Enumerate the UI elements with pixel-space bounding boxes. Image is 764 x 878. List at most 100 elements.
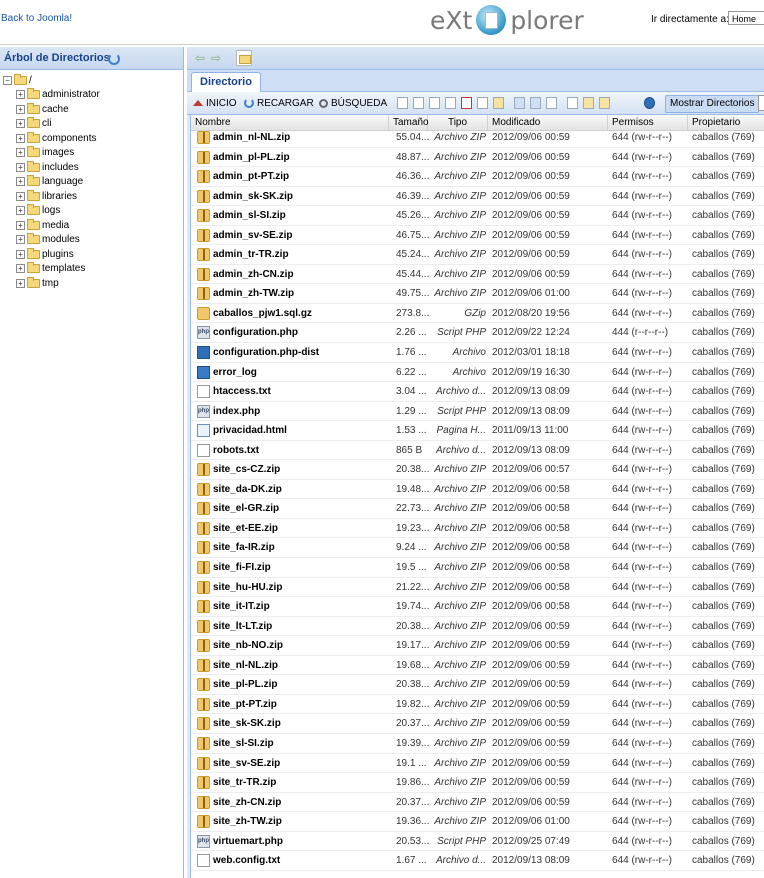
file-row[interactable]: site_lt-LT.zip 20.38... Archivo ZIP 2012/09… bbox=[191, 617, 764, 637]
file-row[interactable]: site_nb-NO.zip 19.17... Archivo ZIP 2012/09… bbox=[191, 636, 764, 656]
file-name[interactable]: site_el-GR.zip bbox=[213, 499, 393, 518]
file-row[interactable]: caballos_pjw1.sql.gz 273.8... GZip 2012/08/… bbox=[191, 304, 764, 324]
new-file-icon[interactable] bbox=[397, 97, 408, 109]
expand-icon[interactable]: + bbox=[16, 278, 25, 288]
file-name[interactable]: admin_sv-SE.zip bbox=[213, 226, 393, 245]
file-row[interactable]: site_et-EE.zip 19.23... Archivo ZIP 2012/09… bbox=[191, 519, 764, 539]
file-name[interactable]: configuration.php bbox=[213, 323, 393, 342]
file-name[interactable]: site_sl-SI.zip bbox=[213, 734, 393, 753]
expand-icon[interactable]: + bbox=[16, 133, 25, 143]
file-name[interactable]: site_sk-SK.zip bbox=[213, 714, 393, 733]
details-icon[interactable] bbox=[530, 97, 541, 109]
tab-directory[interactable]: Directorio bbox=[191, 72, 261, 92]
move-icon[interactable] bbox=[445, 97, 456, 109]
archive-icon[interactable] bbox=[583, 97, 594, 109]
file-name[interactable]: site_cs-CZ.zip bbox=[213, 460, 393, 479]
expand-icon[interactable]: + bbox=[16, 191, 25, 201]
file-name[interactable]: site_fi-FI.zip bbox=[213, 558, 393, 577]
file-name[interactable]: htaccess.txt bbox=[213, 382, 393, 401]
file-name[interactable]: privacidad.html bbox=[213, 421, 393, 440]
tree-folder-templates[interactable]: + templates bbox=[3, 262, 100, 277]
file-row[interactable]: site_fa-IR.zip 9.24 ... Archivo ZIP 2012/09… bbox=[191, 538, 764, 559]
tree-folder-language[interactable]: + language bbox=[3, 175, 100, 190]
file-name[interactable]: error_log bbox=[213, 363, 393, 382]
extract-icon[interactable] bbox=[599, 97, 610, 109]
expand-icon[interactable]: + bbox=[16, 206, 25, 216]
tree-root[interactable]: − / bbox=[3, 73, 100, 88]
file-row[interactable]: site_sl-SI.zip 19.39... Archivo ZIP 2012/09… bbox=[191, 734, 764, 754]
file-name[interactable]: site_sv-SE.zip bbox=[213, 754, 393, 773]
file-name[interactable]: virtuemart.php bbox=[213, 832, 393, 851]
upload-icon[interactable] bbox=[546, 97, 557, 109]
chmod-icon[interactable] bbox=[493, 97, 504, 109]
tree-folder-libraries[interactable]: + libraries bbox=[3, 189, 100, 204]
expand-icon[interactable]: + bbox=[16, 104, 25, 114]
file-row[interactable]: site_zh-TW.zip 19.36... Archivo ZIP 2012/09… bbox=[191, 812, 764, 832]
file-row[interactable]: admin_sv-SE.zip 46.75... Archivo ZIP 2012/0… bbox=[191, 226, 764, 246]
file-row[interactable]: admin_zh-TW.zip 49.75... Archivo ZIP 2012/0… bbox=[191, 284, 764, 304]
file-name[interactable]: admin_tr-TR.zip bbox=[213, 245, 393, 264]
tree-folder-media[interactable]: + media bbox=[3, 218, 100, 233]
file-row[interactable]: admin_zh-CN.zip 45.44... Archivo ZIP 2012/0… bbox=[191, 265, 764, 285]
file-row[interactable]: php index.php 1.29 ... Script PHP 2012/09/13… bbox=[191, 402, 764, 422]
file-row[interactable]: admin_sk-SK.zip 46.39... Archivo ZIP 2012/0… bbox=[191, 187, 764, 207]
tree-folder-components[interactable]: + components bbox=[3, 131, 100, 146]
file-row[interactable]: configuration.php-dist 1.76 ... Archivo 201… bbox=[191, 343, 764, 363]
expand-icon[interactable]: + bbox=[16, 220, 25, 230]
tree-folder-modules[interactable]: + modules bbox=[3, 233, 100, 248]
copy-icon[interactable] bbox=[429, 97, 440, 109]
file-name[interactable]: site_da-DK.zip bbox=[213, 480, 393, 499]
file-name[interactable]: index.php bbox=[213, 402, 393, 421]
file-name[interactable]: caballos_pjw1.sql.gz bbox=[213, 304, 393, 323]
file-row[interactable]: site_hu-HU.zip 21.22... Archivo ZIP 2012/09… bbox=[191, 578, 764, 598]
file-row[interactable]: php virtuemart.php 20.53... Script PHP 2012/… bbox=[191, 832, 764, 852]
goto-select[interactable]: Home bbox=[728, 11, 764, 25]
file-row[interactable]: php configuration.php 2.26 ... Script PHP 20… bbox=[191, 323, 764, 344]
file-row[interactable]: admin_tr-TR.zip 45.24... Archivo ZIP 2012/0… bbox=[191, 245, 764, 265]
file-name[interactable]: site_et-EE.zip bbox=[213, 519, 393, 538]
show-directories-toggle[interactable]: Mostrar Directorios bbox=[665, 95, 760, 113]
file-row[interactable]: error_log 6.22 ... Archivo 2012/09/19 16:30… bbox=[191, 363, 764, 383]
file-row[interactable]: site_zh-CN.zip 20.37... Archivo ZIP 2012/09… bbox=[191, 793, 764, 813]
expand-icon[interactable]: + bbox=[16, 235, 25, 245]
file-name[interactable]: web.config.txt bbox=[213, 851, 393, 870]
expand-icon[interactable]: + bbox=[16, 119, 25, 129]
file-name[interactable]: site_tr-TR.zip bbox=[213, 773, 393, 792]
file-name[interactable]: site_fa-IR.zip bbox=[213, 538, 393, 557]
file-row[interactable]: htaccess.txt 3.04 ... Archivo d... 2012/09/… bbox=[191, 382, 764, 402]
back-to-joomla-link[interactable]: Back to Joomla! bbox=[1, 13, 72, 24]
tree-folder-includes[interactable]: + includes bbox=[3, 160, 100, 175]
file-row[interactable]: site_sv-SE.zip 19.1 ... Archivo ZIP 2012/09… bbox=[191, 754, 764, 774]
file-row[interactable]: robots.txt 865 B Archivo d... 2012/09/13 08… bbox=[191, 441, 764, 461]
file-name[interactable]: site_pt-PT.zip bbox=[213, 695, 393, 714]
toolbar-filter-input[interactable] bbox=[758, 95, 764, 111]
file-row[interactable]: privacidad.html 1.53 ... Pagina H... 2011/0… bbox=[191, 421, 764, 441]
tree-folder-administrator[interactable]: + administrator bbox=[3, 88, 100, 103]
file-row[interactable]: admin_nl-NL.zip 55.04... Archivo ZIP 2012/0… bbox=[191, 128, 764, 148]
tree-refresh-icon[interactable] bbox=[108, 53, 120, 65]
expand-icon[interactable]: + bbox=[16, 90, 25, 100]
help-icon[interactable] bbox=[644, 97, 655, 109]
file-name[interactable]: site_it-IT.zip bbox=[213, 597, 393, 616]
file-row[interactable]: site_it-IT.zip 19.74... Archivo ZIP 2012/09… bbox=[191, 597, 764, 617]
file-name[interactable]: site_pl-PL.zip bbox=[213, 675, 393, 694]
view-icon[interactable] bbox=[514, 97, 525, 109]
file-name[interactable]: configuration.php-dist bbox=[213, 343, 393, 362]
file-row[interactable]: site_pt-PT.zip 19.82... Archivo ZIP 2012/09… bbox=[191, 695, 764, 715]
file-name[interactable]: site_zh-CN.zip bbox=[213, 793, 393, 812]
tree-folder-images[interactable]: + images bbox=[3, 146, 100, 161]
rename-icon[interactable] bbox=[477, 97, 488, 109]
home-button[interactable]: INICIO bbox=[193, 96, 237, 110]
delete-icon[interactable] bbox=[461, 97, 472, 109]
file-name[interactable]: admin_zh-CN.zip bbox=[213, 265, 393, 284]
forward-arrow-icon[interactable]: ⇨ bbox=[211, 52, 221, 64]
file-row[interactable]: admin_sl-SI.zip 45.26... Archivo ZIP 2012/0… bbox=[191, 206, 764, 226]
tree-folder-tmp[interactable]: + tmp bbox=[3, 276, 100, 291]
back-arrow-icon[interactable]: ⇦ bbox=[195, 52, 205, 64]
expand-icon[interactable]: + bbox=[16, 264, 25, 274]
file-row[interactable]: site_da-DK.zip 19.48... Archivo ZIP 2012/09… bbox=[191, 480, 764, 500]
file-name[interactable]: robots.txt bbox=[213, 441, 393, 460]
file-name[interactable]: admin_sk-SK.zip bbox=[213, 187, 393, 206]
file-row[interactable]: site_sk-SK.zip 20.37... Archivo ZIP 2012/09… bbox=[191, 714, 764, 734]
expand-icon[interactable]: + bbox=[16, 162, 25, 172]
